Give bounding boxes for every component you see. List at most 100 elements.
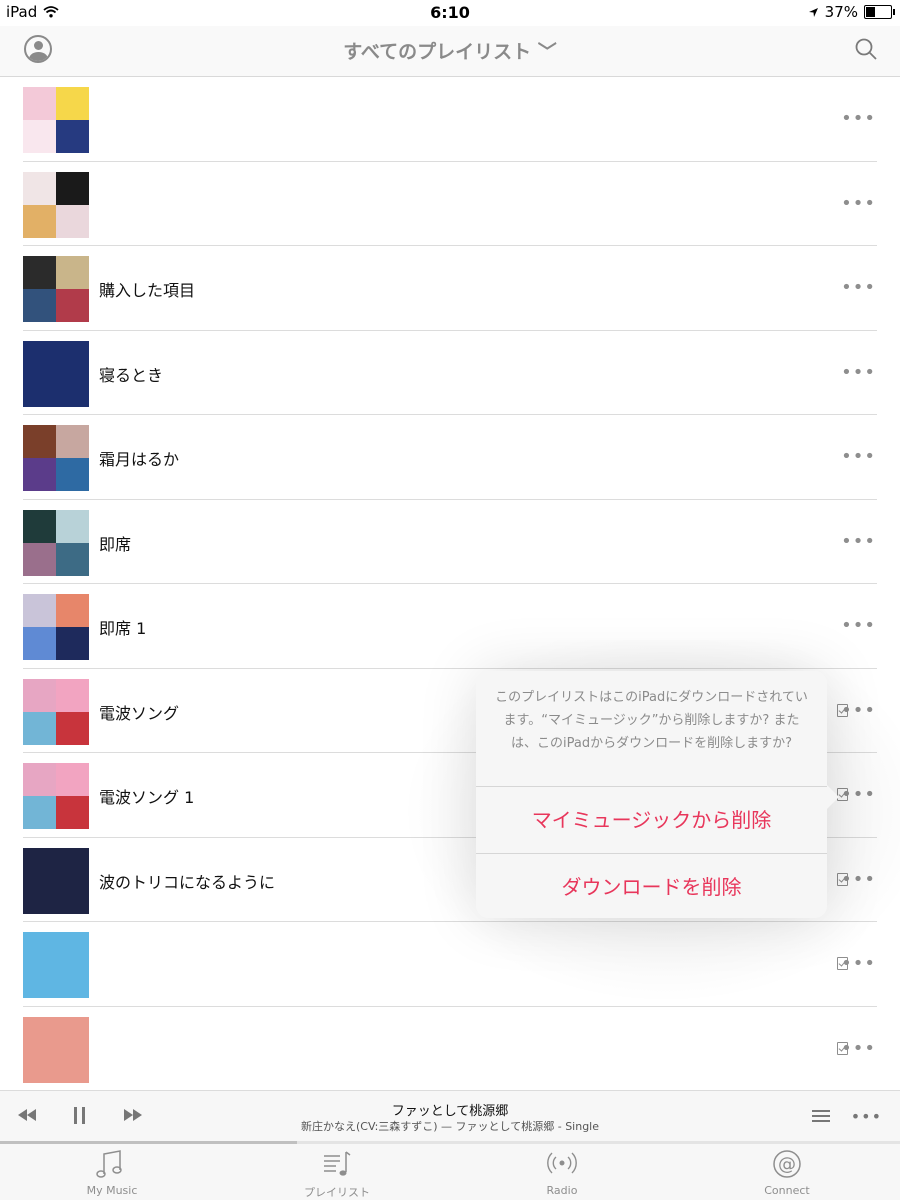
playlist-name: 電波ソング 1 (99, 788, 195, 807)
artwork-tile (56, 796, 89, 829)
artwork-tile (23, 171, 56, 205)
artwork-tile (56, 678, 89, 712)
artwork-tile (23, 425, 56, 458)
more-options-icon[interactable]: ••• (841, 279, 876, 297)
playlist-artwork (23, 340, 89, 407)
artwork-tile (23, 120, 56, 153)
tab-radio[interactable]: Radio (482, 1144, 642, 1200)
more-options-icon[interactable]: ••• (841, 701, 876, 720)
more-options-icon[interactable]: ••• (841, 194, 876, 213)
queue-line (812, 1110, 830, 1112)
playlist-row[interactable]: 即席 ••• (0, 500, 900, 584)
artwork-tile (56, 711, 89, 745)
playlist-row[interactable]: 霜月はるか ••• (0, 415, 900, 500)
more-options-icon[interactable]: ••• (841, 955, 876, 973)
playlist-list: ••• ••• 購入した項目 ••• 寝るとき ••• 霜月はるか ••• 即席… (0, 77, 900, 1091)
playlist-row[interactable]: 購入した項目 ••• (0, 246, 900, 331)
artwork-tile (56, 594, 89, 627)
artwork-tile (23, 256, 56, 289)
artwork-tile (56, 87, 89, 120)
playlist-artwork (23, 763, 89, 829)
playlist-name: 寝るとき (99, 365, 164, 385)
more-options-icon[interactable]: ••• (841, 870, 876, 889)
remove-playlist-popover: このプレイリストはこのiPadにダウンロードされています。“マイミュージック”か… (476, 671, 839, 920)
popover-arrow (827, 785, 839, 809)
artwork-tile (23, 796, 56, 829)
status-bar: iPad 6:10 37% (0, 0, 900, 26)
playlist-artwork (23, 847, 89, 914)
nav-bar: すべてのプレイリスト ﹀ (0, 26, 900, 77)
artwork-tile (23, 87, 56, 120)
remove-from-my-music-button[interactable]: マイミュージックから削除 (476, 786, 827, 853)
artwork-tile (56, 425, 89, 458)
music-note-icon (96, 1150, 122, 1178)
tab-playlists[interactable]: プレイリスト (257, 1144, 417, 1200)
queue-line (812, 1120, 830, 1122)
more-options-icon[interactable]: ••• (841, 532, 876, 551)
tab-my-music[interactable]: My Music (32, 1144, 192, 1200)
playlist-row[interactable]: ••• (0, 922, 900, 1007)
status-time: 6:10 (430, 3, 470, 22)
remove-download-button[interactable]: ダウンロードを削除 (476, 853, 827, 920)
more-options-icon[interactable]: ••• (841, 617, 876, 635)
now-playing-title[interactable]: ファッとして桃源郷 (0, 1100, 900, 1119)
player-more-icon[interactable]: ••• (851, 1107, 882, 1126)
artwork-tile (56, 763, 89, 796)
playlist-row[interactable]: 即席 1 ••• (0, 584, 900, 669)
status-right: 37% (808, 3, 895, 21)
artwork-tile (23, 204, 56, 238)
artwork-tile (23, 678, 56, 712)
more-options-icon[interactable]: ••• (841, 110, 876, 128)
playlist-filter-title[interactable]: すべてのプレイリスト ﹀ (0, 37, 900, 64)
artwork-tile (23, 763, 56, 796)
artwork-tile (56, 542, 89, 576)
mini-player: ファッとして桃源郷 新庄かなえ(CV:三森すずこ) — ファッとして桃源郷 - … (0, 1090, 900, 1143)
tab-label: My Music (86, 1184, 138, 1197)
playlist-row[interactable]: ••• (0, 162, 900, 246)
artwork-tile (56, 256, 89, 289)
playlist-artwork (23, 678, 89, 745)
artwork-tile (23, 509, 56, 543)
playlist-name: 波のトリコになるように (99, 872, 276, 892)
artwork-tile (56, 120, 89, 153)
tab-label: プレイリスト (304, 1186, 370, 1199)
playlist-icon (324, 1151, 351, 1176)
at-sign-icon: @ (773, 1150, 801, 1178)
playlist-name: 電波ソング (99, 703, 180, 723)
playlist-artwork (23, 932, 89, 998)
popover-message: このプレイリストはこのiPadにダウンロードされています。“マイミュージック”か… (495, 690, 808, 751)
playlist-artwork (23, 509, 89, 576)
battery-level (866, 7, 875, 17)
playlist-artwork (23, 425, 89, 491)
battery-icon (864, 5, 895, 19)
artwork-tile (56, 627, 89, 660)
artwork-tile (56, 171, 89, 205)
playlist-name: 購入した項目 (99, 281, 196, 300)
artwork-tile (23, 627, 56, 660)
playlist-artwork (23, 87, 89, 153)
up-next-list-icon[interactable] (812, 1109, 830, 1123)
more-options-icon[interactable]: ••• (841, 448, 876, 466)
more-options-icon[interactable]: ••• (841, 786, 876, 804)
location-arrow-icon (808, 7, 818, 17)
playlist-name: 霜月はるか (99, 450, 180, 469)
playlist-row[interactable]: ••• (0, 1007, 900, 1092)
playlist-artwork (23, 594, 89, 660)
artwork-tile (56, 509, 89, 543)
playlist-row[interactable]: ••• (0, 77, 900, 162)
search-icon[interactable] (854, 37, 878, 61)
playlist-row[interactable]: 寝るとき ••• (0, 331, 900, 415)
more-options-icon[interactable]: ••• (841, 363, 876, 382)
playlist-artwork (23, 1016, 89, 1083)
artwork-tile (23, 711, 56, 745)
artwork-tile (56, 289, 89, 322)
queue-line (812, 1115, 830, 1117)
artwork-tile (56, 204, 89, 238)
now-playing-subtitle[interactable]: 新庄かなえ(CV:三森すずこ) — ファッとして桃源郷 - Single (0, 1118, 900, 1134)
artwork-tile (23, 594, 56, 627)
artwork-tile (23, 542, 56, 576)
playlist-name: 即席 1 (99, 619, 147, 638)
more-options-icon[interactable]: ••• (841, 1039, 876, 1058)
artwork-tile (23, 289, 56, 322)
tab-connect[interactable]: @ Connect (707, 1144, 867, 1200)
